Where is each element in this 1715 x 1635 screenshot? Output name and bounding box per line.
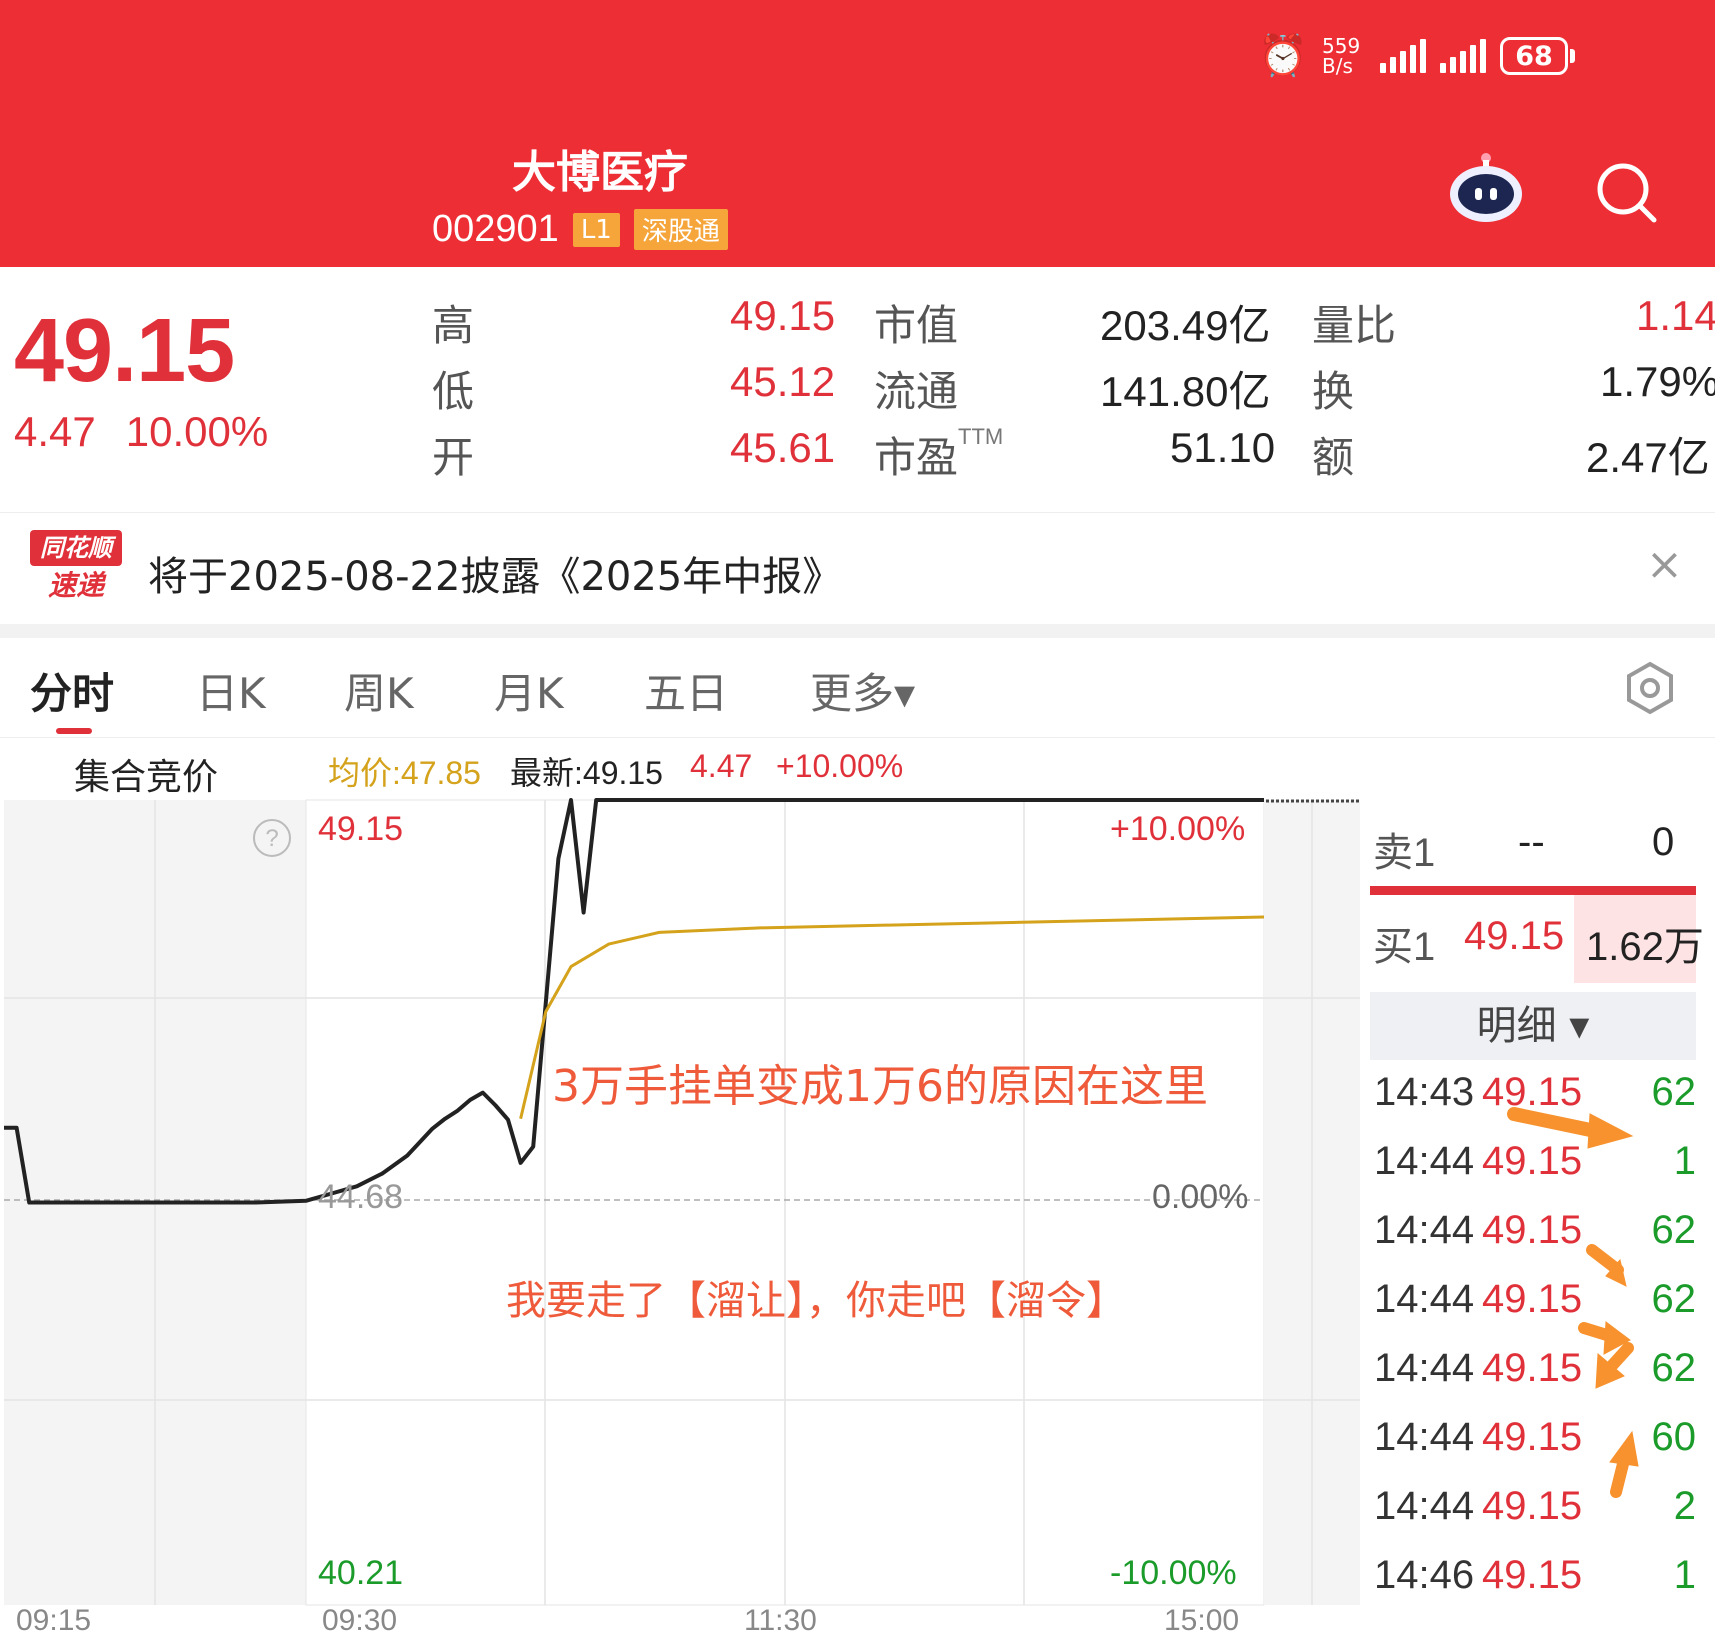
auction-label[interactable]: 集合竞价 xyxy=(74,748,218,800)
x-tick-0930: 09:30 xyxy=(322,1604,398,1635)
arrow-icon xyxy=(1595,1342,1634,1389)
section-divider xyxy=(0,624,1715,638)
annotation-arrows xyxy=(1507,1107,1639,1498)
arrow-icon xyxy=(1507,1107,1634,1149)
stat-high-label: 高 xyxy=(432,302,475,349)
stat-market-cap-label: 市值 xyxy=(874,302,959,349)
tab-daily-k[interactable]: 日K xyxy=(196,660,266,721)
stat-float-cap-value: 141.80亿 xyxy=(1100,368,1271,415)
stock-code-row: 002901 L1 深股通 xyxy=(432,208,728,251)
stat-high-value: 49.15 xyxy=(730,292,836,339)
buy1-label: 买1 xyxy=(1373,925,1436,969)
x-tick-0915: 09:15 xyxy=(16,1604,92,1635)
price-change: 4.47 10.00% xyxy=(14,408,268,456)
level-tag: L1 xyxy=(572,212,620,247)
current-price: 49.15 xyxy=(14,301,235,401)
avg-price-label: 均价:47.85 xyxy=(328,755,481,791)
stat-open-label: 开 xyxy=(432,434,475,481)
network-speed: 559 B/s xyxy=(1322,34,1361,78)
buy1-volume: 1.62万 xyxy=(1586,925,1704,969)
sell1-label: 卖1 xyxy=(1373,831,1436,875)
change-label: 4.47 xyxy=(690,748,753,784)
stat-amount-label: 额 xyxy=(1312,434,1355,481)
settings-icon[interactable] xyxy=(1622,660,1678,716)
sell1-volume: 0 xyxy=(1652,820,1675,864)
stat-float-cap-label: 流通 xyxy=(874,368,959,415)
tab-monthly-k[interactable]: 月K xyxy=(494,660,564,721)
stat-low-label: 低 xyxy=(432,368,475,415)
tab-five-day[interactable]: 五日 xyxy=(644,660,728,721)
status-bar: ⏰ 559 B/s 68 xyxy=(1258,36,1575,76)
pct-label-low: -10.00% xyxy=(1110,1554,1237,1592)
buy1-price: 49.15 xyxy=(1464,914,1565,958)
connect-tag[interactable]: 深股通 xyxy=(633,209,728,250)
help-icon-glyph: ? xyxy=(265,825,278,852)
search-icon[interactable] xyxy=(1596,162,1658,224)
sell1-price: -- xyxy=(1518,820,1545,864)
change-value: 4.47 xyxy=(14,408,96,455)
news-logo: 同花顺 速递 xyxy=(30,530,122,606)
tab-intraday[interactable]: 分时 xyxy=(30,660,114,721)
x-tick-1500: 15:00 xyxy=(1164,1604,1240,1635)
stat-amount-value: 2.47亿 xyxy=(1586,434,1710,481)
tab-more[interactable]: 更多▾ xyxy=(810,660,915,721)
stat-market-cap-value: 203.49亿 xyxy=(1100,302,1271,349)
annotation-note-2: 我要走了【溜让】，你走吧【溜令】 xyxy=(506,1278,1126,1324)
robot-assistant-icon[interactable] xyxy=(1448,150,1524,226)
arrow-icon xyxy=(1609,1430,1639,1498)
x-tick-1130: 11:30 xyxy=(744,1604,817,1635)
signal-icon-2 xyxy=(1440,39,1486,73)
tab-weekly-k[interactable]: 周K xyxy=(344,660,414,721)
stat-low-value: 45.12 xyxy=(730,358,836,405)
stat-pe-value: 51.10 xyxy=(1170,424,1276,471)
active-tab-indicator xyxy=(56,728,92,734)
bid-ask-bar xyxy=(1370,886,1696,895)
change-percent: 10.00% xyxy=(125,408,269,455)
detail-dropdown[interactable]: 明细 ▾ xyxy=(1370,992,1696,1060)
stat-volume-ratio-value: 1.14 xyxy=(1636,292,1715,339)
stat-open-value: 45.61 xyxy=(730,424,836,471)
y-label-low: 40.21 xyxy=(318,1554,404,1592)
battery-icon: 68 xyxy=(1500,37,1575,75)
y-label-high: 49.15 xyxy=(318,810,404,848)
stat-volume-ratio-label: 量比 xyxy=(1312,302,1397,349)
arrow-icon xyxy=(1586,1244,1627,1287)
stock-code: 002901 xyxy=(432,208,559,250)
latest-price-label: 最新:49.15 xyxy=(510,755,663,791)
news-text[interactable]: 将于2025-08-22披露《2025年中报》 xyxy=(148,544,842,602)
y-label-mid: 44.68 xyxy=(318,1178,404,1216)
annotation-note-1: 3万手挂单变成1万6的原因在这里 xyxy=(552,1061,1208,1112)
stat-turnover-label: 换 xyxy=(1312,368,1355,415)
signal-icon-1 xyxy=(1380,39,1426,73)
close-icon[interactable]: × xyxy=(1646,540,1683,590)
change-pct-label: +10.00% xyxy=(776,748,904,784)
stat-pe-label: 市盈TTM xyxy=(874,424,1004,481)
pct-label-mid: 0.00% xyxy=(1152,1178,1249,1216)
quote-panel xyxy=(0,267,1715,512)
stock-name: 大博医疗 xyxy=(512,147,688,198)
stat-turnover-value: 1.79% xyxy=(1600,358,1715,405)
pct-label-high: +10.00% xyxy=(1110,810,1246,848)
alarm-icon: ⏰ xyxy=(1258,33,1308,79)
